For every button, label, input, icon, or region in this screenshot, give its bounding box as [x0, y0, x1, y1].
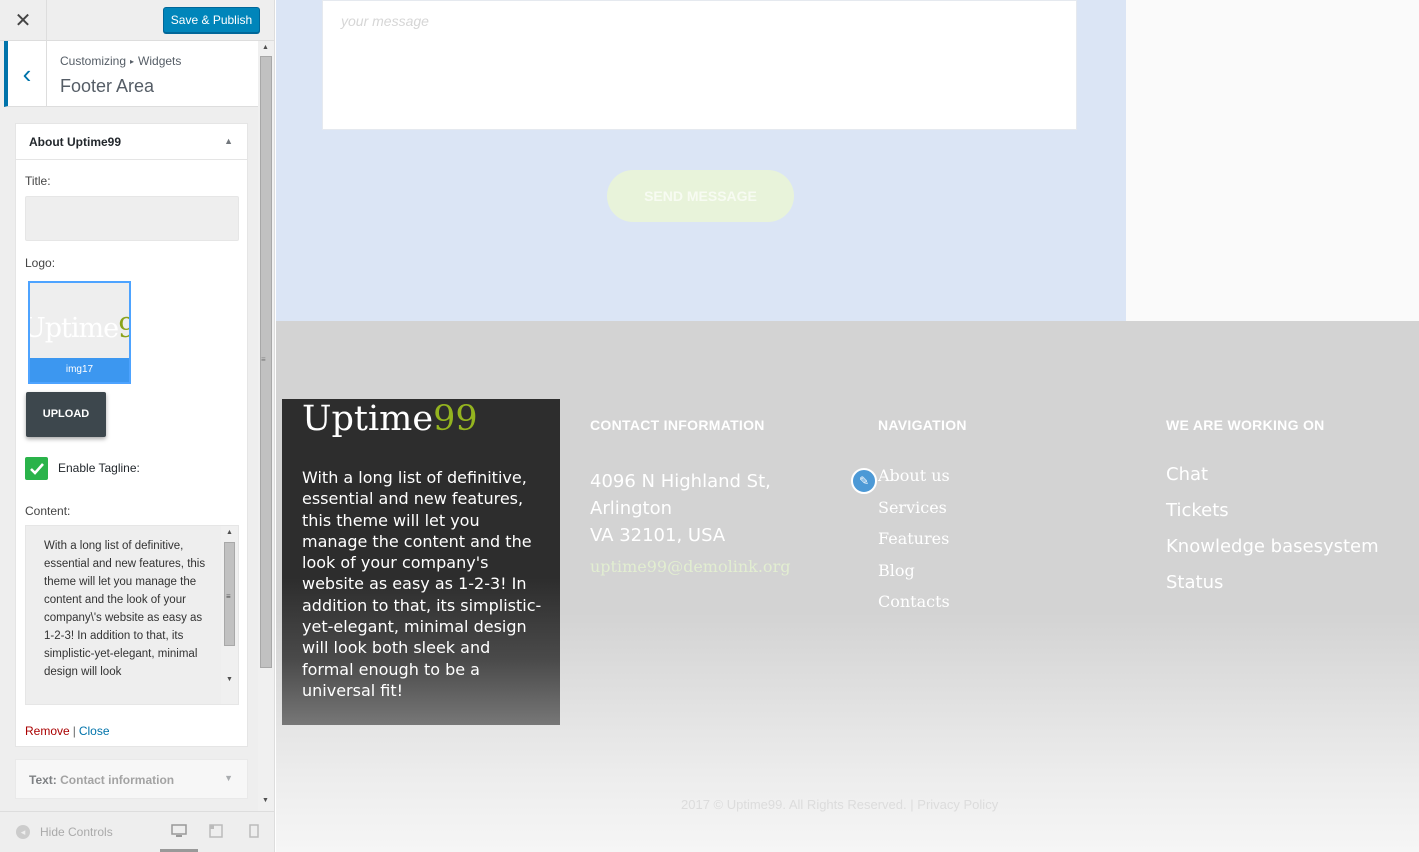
scroll-down-icon: ▼ [226, 676, 233, 683]
grip-icon: ≡ [226, 592, 231, 601]
widget-title: Text: Contact information [29, 773, 175, 787]
breadcrumb-separator-icon: ▸ [130, 57, 135, 66]
nav-link-contacts[interactable]: Contacts [878, 592, 950, 611]
customizer-footer: ◂ Hide Controls [0, 811, 274, 852]
customizer-controls: ‹ Customizing ▸ Widgets Footer Area About … [0, 41, 258, 811]
collapse-icon: ◂ [16, 825, 30, 839]
customizer-sidebar: ✕ Save & Publish ‹ Customizing ▸ Widgets F… [0, 0, 275, 852]
content-textarea[interactable]: With a long list of definitive, essentia… [25, 525, 239, 705]
contact-heading: CONTACT INFORMATION [590, 417, 765, 433]
close-icon: ✕ [14, 10, 32, 32]
working-item-chat: Chat [1166, 464, 1209, 485]
site-preview: your message SEND MESSAGE Uptime99 With … [276, 0, 1419, 852]
actions-separator: | [72, 724, 76, 738]
privacy-policy-link[interactable]: Privacy Policy [917, 797, 998, 812]
logo-filename: img17 [30, 358, 129, 382]
breadcrumb-current: Widgets [138, 54, 182, 68]
tablet-icon [209, 824, 223, 838]
content-label: Content: [25, 504, 71, 518]
widget-header[interactable]: About Uptime99 ▲ [16, 124, 247, 160]
copyright-line: 2017 © Uptime99. All Rights Reserved. | … [681, 797, 998, 812]
grip-icon: ≡ [261, 355, 266, 364]
mobile-icon [249, 824, 259, 838]
close-link[interactable]: Close [79, 724, 110, 738]
send-message-button[interactable]: SEND MESSAGE [607, 170, 794, 222]
widget-contact-information[interactable]: Text: Contact information ▼ [15, 759, 248, 799]
copyright-text: 2017 © Uptime99. All Rights Reserved. [681, 797, 907, 812]
preview-desktop-button[interactable] [171, 824, 189, 840]
title-label: Title: [25, 174, 51, 188]
about-text: With a long list of definitive, essentia… [302, 468, 542, 700]
hide-controls-label: Hide Controls [40, 825, 113, 839]
copyright-separator: | [910, 797, 914, 812]
contact-email-link[interactable]: uptime99@demolink.org [590, 557, 790, 576]
breadcrumb: Customizing ▸ Widgets [60, 54, 181, 68]
enable-tagline-label: Enable Tagline: [58, 461, 140, 475]
widget-title: About Uptime99 [29, 135, 122, 149]
content-text: With a long list of definitive, essentia… [44, 540, 206, 678]
nav-link-about-us[interactable]: About us [878, 466, 950, 485]
contact-form-section: your message SEND MESSAGE [276, 0, 1126, 321]
preview-blank-area [1126, 0, 1419, 321]
save-publish-button[interactable]: Save & Publish [163, 7, 260, 33]
logo-label: Logo: [25, 256, 56, 270]
working-on-heading: WE ARE WORKING ON [1166, 417, 1325, 433]
section-header: ‹ Customizing ▸ Widgets Footer Area [4, 41, 258, 107]
collapse-arrow-icon[interactable]: ▲ [224, 136, 233, 146]
sidebar-scrollbar[interactable]: ▲ ≡ ▼ [258, 41, 274, 811]
hide-controls-button[interactable]: ◂ Hide Controls [16, 825, 113, 839]
textarea-scrollbar[interactable]: ▲ ≡ ▼ [221, 526, 238, 704]
contact-address: 4096 N Highland St, Arlington VA 32101, … [590, 471, 771, 546]
chevron-left-icon: ‹ [22, 58, 32, 89]
edit-shortcut-button[interactable]: ✎ [851, 468, 877, 494]
desktop-icon [171, 824, 187, 837]
working-item-tickets: Tickets [1166, 500, 1229, 521]
remove-link[interactable]: Remove [25, 724, 70, 738]
site-footer: Uptime99 With a long list of definitive,… [276, 321, 1419, 852]
enable-tagline-checkbox[interactable] [25, 457, 48, 480]
upload-button[interactable]: UPLOAD [26, 392, 106, 437]
scroll-up-icon: ▲ [226, 529, 233, 536]
about-widget: Uptime99 With a long list of definitive,… [282, 399, 560, 725]
working-item-status: Status [1166, 572, 1224, 593]
scroll-up-icon: ▲ [262, 44, 269, 51]
checkmark-icon [29, 462, 44, 475]
navigation-heading: NAVIGATION [878, 417, 967, 433]
message-textarea[interactable]: your message [322, 0, 1077, 130]
footer-logo: Uptime99 [302, 399, 478, 439]
message-placeholder: your message [341, 13, 429, 29]
working-item-knowledge: Knowledge basesystem [1166, 536, 1379, 557]
nav-link-services[interactable]: Services [878, 498, 947, 517]
section-title: Footer Area [60, 76, 155, 96]
customizer-header: ✕ Save & Publish [0, 0, 274, 41]
scroll-down-icon: ▼ [262, 797, 269, 804]
preview-tablet-button[interactable] [209, 824, 227, 840]
logo-preview-image: Uptime99 [28, 313, 129, 344]
breadcrumb-root: Customizing [60, 54, 127, 68]
widget-about-uptime99: About Uptime99 ▲ Title: Logo: Uptime99 i… [15, 123, 248, 747]
widget-actions: Remove | Close [25, 724, 110, 738]
pencil-icon: ✎ [858, 474, 870, 488]
logo-thumbnail[interactable]: Uptime99 img17 [28, 281, 131, 384]
back-button[interactable]: ‹ [8, 41, 47, 106]
nav-link-blog[interactable]: Blog [878, 561, 915, 580]
preview-mobile-button[interactable] [249, 824, 267, 840]
title-input[interactable] [25, 196, 239, 241]
close-customizer-button[interactable]: ✕ [0, 0, 47, 41]
expand-arrow-icon[interactable]: ▼ [224, 773, 233, 783]
nav-link-features[interactable]: Features [878, 529, 949, 548]
